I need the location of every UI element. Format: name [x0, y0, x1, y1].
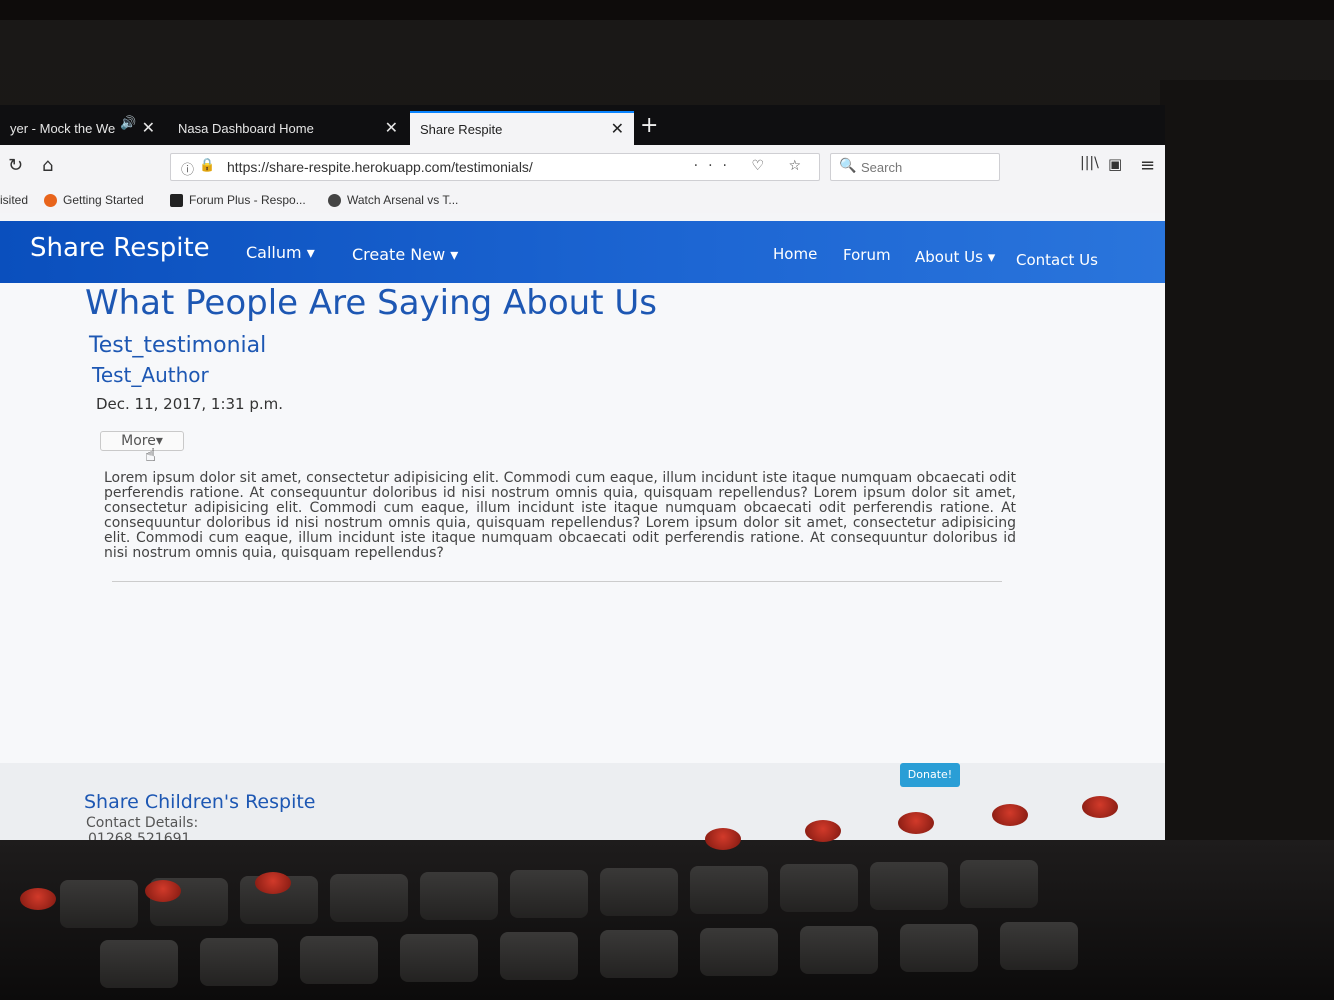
bookmark-label: Forum Plus - Respo...	[189, 193, 306, 207]
caret-down-icon: ▾	[155, 433, 163, 449]
tab-share-respite[interactable]: Share Respite ✕	[410, 111, 634, 145]
nav-home[interactable]: Home	[773, 245, 817, 263]
keyboard-key	[900, 924, 978, 972]
library-icon[interactable]: |||\	[1080, 155, 1099, 171]
sidebar-icon[interactable]: ▣	[1108, 155, 1122, 173]
nav-user-dropdown[interactable]: Callum ▾	[246, 243, 315, 262]
browser-window: yer - Mock the We ✕ 🔊 Nasa Dashboard Hom…	[0, 105, 1165, 865]
keyboard-key	[510, 870, 588, 918]
tab-bar: yer - Mock the We ✕ 🔊 Nasa Dashboard Hom…	[0, 105, 1165, 145]
keyboard-key	[400, 934, 478, 982]
brand-logo[interactable]: Share Respite	[30, 233, 210, 263]
keyboard-key	[200, 938, 278, 986]
forum-icon	[170, 193, 183, 207]
page-actions-icon[interactable]: ··· ♡ ☆	[694, 158, 811, 174]
page-content: What People Are Saying About Us Test_tes…	[0, 283, 1165, 763]
nav-forum[interactable]: Forum	[843, 246, 891, 264]
bookmark-label: Getting Started	[63, 193, 144, 207]
keyboard-key	[300, 936, 378, 984]
tab-label: Share Respite	[420, 121, 503, 137]
keyboard-led-key	[898, 812, 934, 834]
bookmark-forum-plus[interactable]: Forum Plus - Respo...	[170, 193, 306, 207]
testimonial-body: Lorem ipsum dolor sit amet, consectetur …	[104, 470, 1016, 561]
url-bar[interactable]: ⓘ 🔒 https://share-respite.herokuapp.com/…	[170, 153, 820, 181]
nav-contact[interactable]: Contact Us	[1016, 251, 1098, 269]
bookmark-label: Watch Arsenal vs T...	[347, 193, 459, 207]
nav-about-dropdown[interactable]: About Us ▾	[915, 248, 995, 266]
nav-label: About Us	[915, 248, 983, 266]
keyboard-key	[60, 880, 138, 928]
footer-org-name: Share Children's Respite	[84, 791, 316, 813]
keyboard-key	[700, 928, 778, 976]
keyboard-key	[960, 860, 1038, 908]
tab-nasa-dashboard[interactable]: Nasa Dashboard Home ✕	[168, 111, 408, 145]
testimonial-date: Dec. 11, 2017, 1:31 p.m.	[96, 395, 284, 413]
testimonial-title: Test_testimonial	[89, 333, 267, 358]
search-input[interactable]: 🔍 Search	[830, 153, 1000, 181]
hand-pointer-icon: ☝	[145, 445, 156, 466]
bookmark-watch-arsenal[interactable]: Watch Arsenal vs T...	[328, 193, 458, 207]
site-navbar: Share Respite Callum ▾ Create New ▾ Home…	[0, 221, 1165, 283]
caret-down-icon: ▾	[450, 245, 459, 264]
divider	[112, 581, 1002, 582]
keyboard-key	[690, 866, 768, 914]
nav-label: Create New	[352, 245, 446, 264]
caret-down-icon: ▾	[987, 248, 996, 266]
caret-down-icon: ▾	[306, 243, 315, 262]
menu-icon[interactable]: ≡	[1140, 155, 1155, 176]
nav-label: Callum	[246, 243, 302, 262]
keyboard-led-key	[145, 880, 181, 902]
info-icon[interactable]: ⓘ	[181, 159, 194, 178]
testimonial-author: Test_Author	[92, 363, 209, 387]
donate-button[interactable]: Donate!	[900, 763, 960, 787]
nav-toolbar: ↻ ⌂ ⓘ 🔒 https://share-respite.herokuapp.…	[0, 145, 1165, 190]
speaker-icon[interactable]: 🔊	[120, 116, 136, 131]
url-text[interactable]: https://share-respite.herokuapp.com/test…	[227, 159, 533, 175]
close-icon[interactable]: ✕	[611, 119, 624, 139]
more-button[interactable]: More▾	[100, 431, 184, 451]
new-tab-icon[interactable]: +	[640, 113, 658, 138]
lock-icon: 🔒	[199, 158, 216, 173]
close-icon[interactable]: ✕	[385, 118, 398, 138]
keyboard-key	[420, 872, 498, 920]
tab-label: Nasa Dashboard Home	[178, 120, 314, 136]
nav-create-new-dropdown[interactable]: Create New ▾	[352, 245, 458, 264]
tab-mock-the-week[interactable]: yer - Mock the We ✕	[0, 111, 165, 145]
keyboard-led-key	[805, 820, 841, 842]
keyboard-key	[800, 926, 878, 974]
keyboard-led-key	[1082, 796, 1118, 818]
keyboard-led-key	[255, 872, 291, 894]
bookmarks-bar: isited Getting Started Forum Plus - Resp…	[0, 189, 1165, 213]
keyboard-led-key	[705, 828, 741, 850]
reload-icon[interactable]: ↻	[8, 155, 23, 176]
footer-contact-label: Contact Details:	[86, 815, 199, 831]
search-icon: 🔍	[839, 158, 857, 174]
search-placeholder: Search	[861, 160, 903, 175]
keyboard-key	[500, 932, 578, 980]
bookmark-label: isited	[0, 193, 29, 207]
keyboard-led-key	[20, 888, 56, 910]
keyboard-key	[870, 862, 948, 910]
home-icon[interactable]: ⌂	[42, 155, 53, 176]
laptop-frame-edge	[1160, 80, 1334, 880]
keyboard-key	[600, 930, 678, 978]
keyboard	[0, 796, 1334, 1000]
close-icon[interactable]: ✕	[142, 118, 155, 138]
keyboard-led-key	[992, 804, 1028, 826]
keyboard-key	[600, 868, 678, 916]
tab-label: yer - Mock the We	[10, 120, 116, 136]
page-title: What People Are Saying About Us	[85, 283, 657, 323]
keyboard-key	[1000, 922, 1078, 970]
football-icon	[328, 193, 341, 207]
bookmark-most-visited[interactable]: isited	[0, 193, 28, 207]
firefox-icon	[44, 193, 57, 207]
bookmark-getting-started[interactable]: Getting Started	[44, 193, 144, 207]
keyboard-key	[100, 940, 178, 988]
keyboard-key	[330, 874, 408, 922]
keyboard-key	[780, 864, 858, 912]
